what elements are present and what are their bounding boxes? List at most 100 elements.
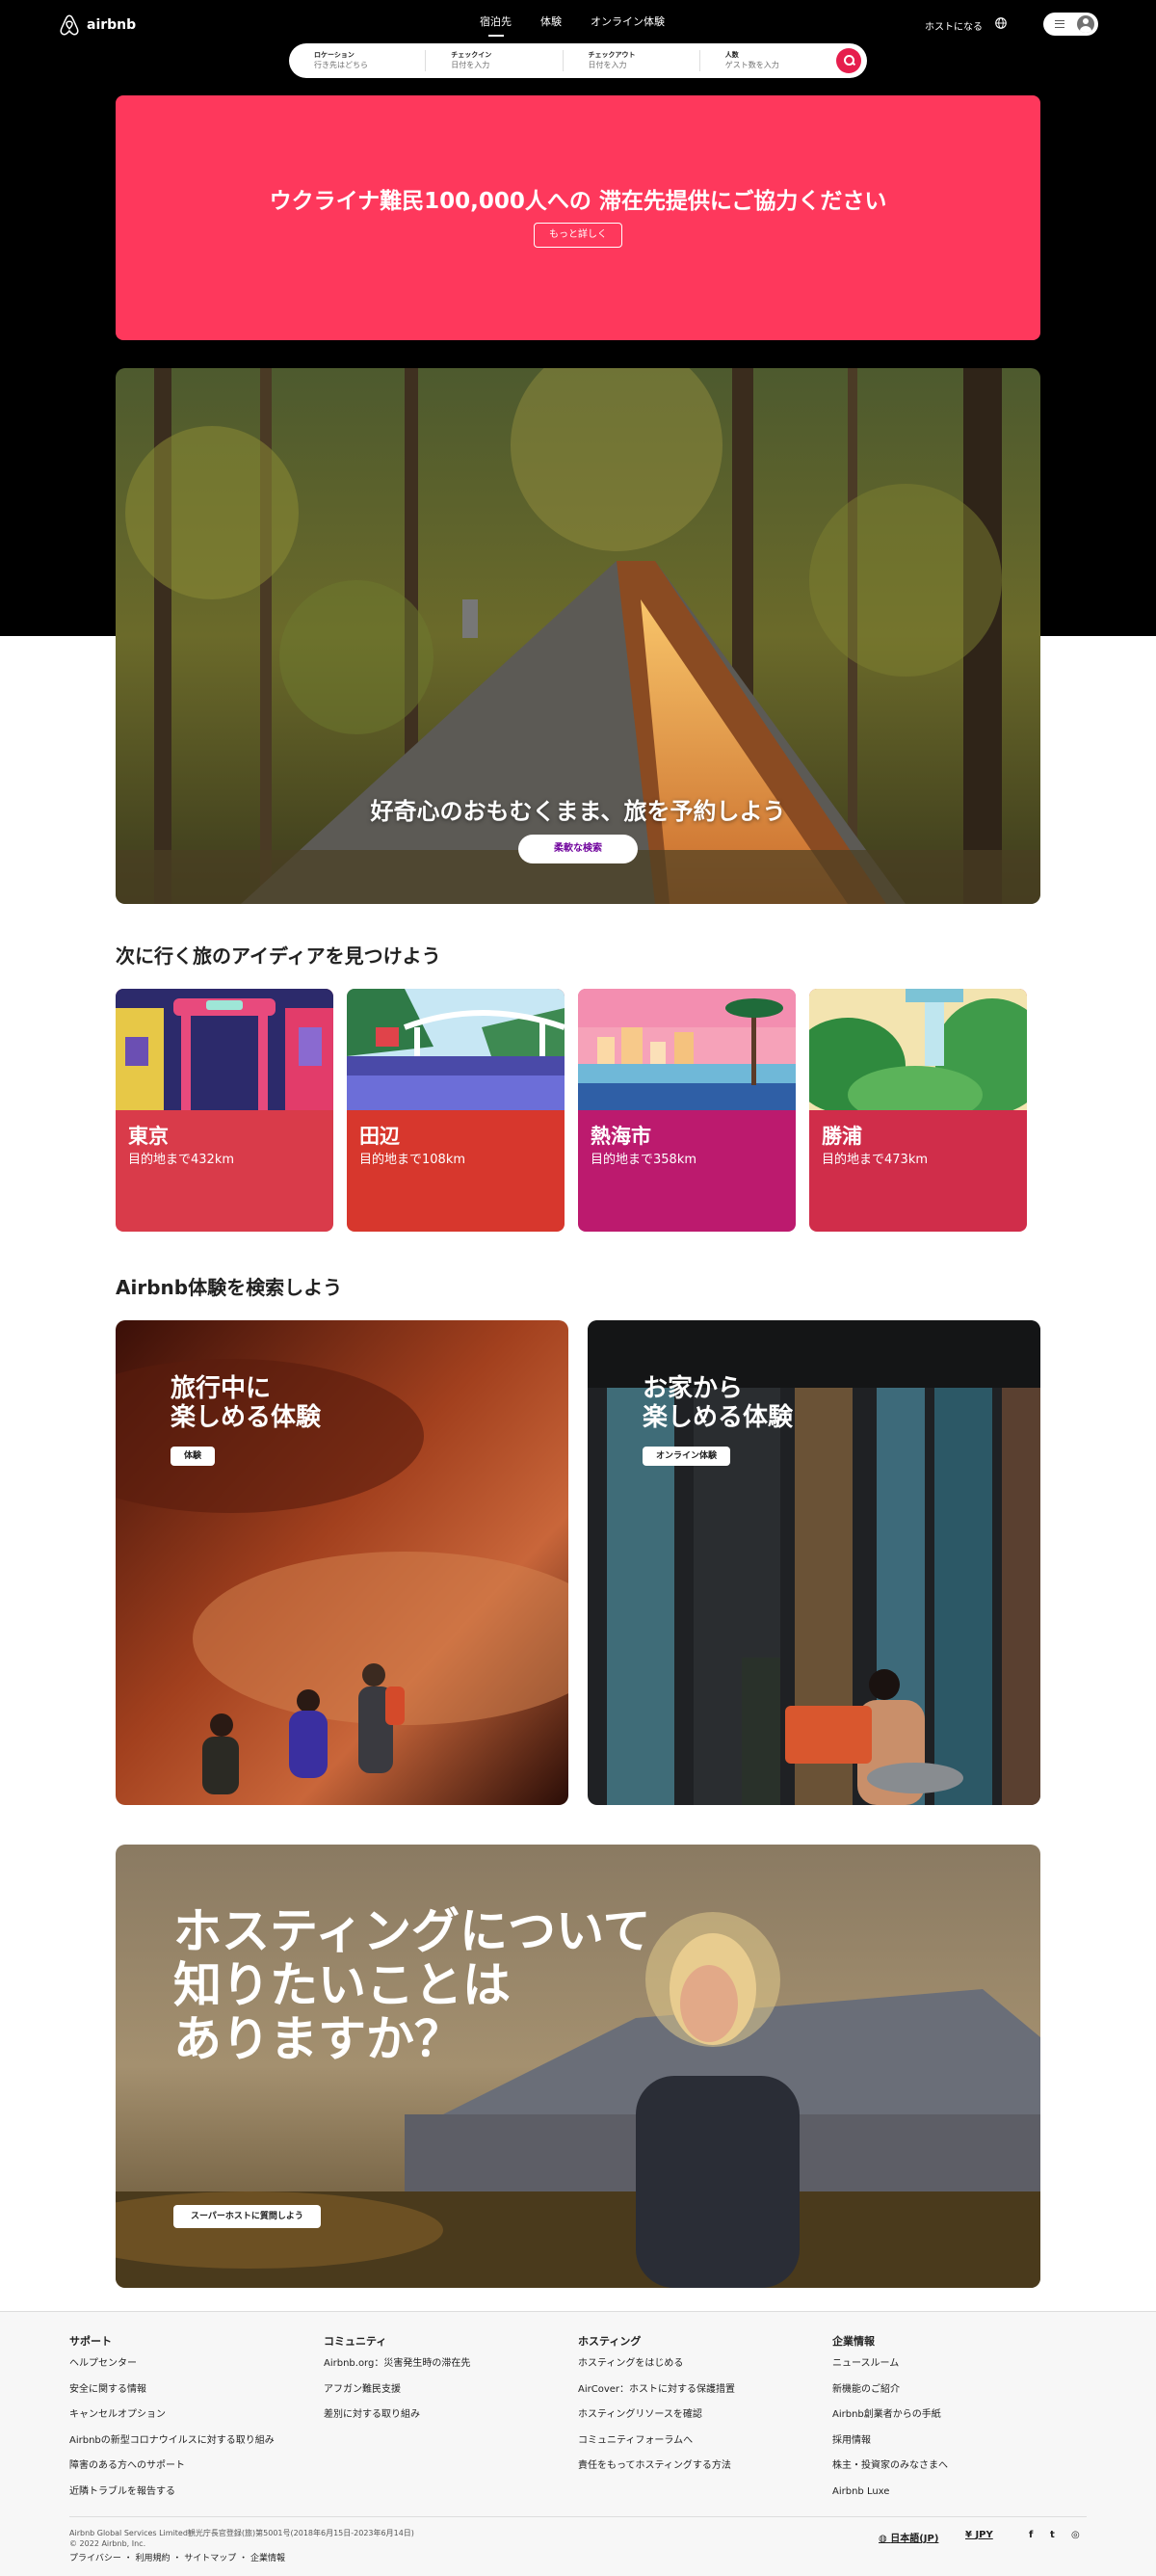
experience-tag[interactable]: オンライン体験 xyxy=(643,1447,731,1466)
checkout-placeholder: 日付を入力 xyxy=(588,61,627,69)
globe-icon: ◍ xyxy=(879,2534,891,2544)
idea-card-tanabe[interactable]: 田辺 目的地まで108km xyxy=(347,989,565,1232)
footer-link[interactable]: Airbnb Luxe xyxy=(832,2484,1054,2510)
search-checkout[interactable]: チェックアウト 日付を入力 xyxy=(564,50,700,71)
currency-selector[interactable]: ¥ JPY xyxy=(965,2530,993,2540)
hosting-card: ホスティングについて 知りたいことは ありますか？ スーパーホストに質問しよう xyxy=(116,1845,1040,2288)
idea-name: 熱海市 xyxy=(591,1125,651,1148)
user-menu-button[interactable] xyxy=(1043,13,1098,36)
idea-card-tokyo[interactable]: 東京 目的地まで432km xyxy=(116,989,333,1232)
footer-link[interactable]: ヘルプセンター xyxy=(69,2356,291,2382)
checkin-label: チェックイン xyxy=(451,51,492,59)
experience-title: お家から 楽しめる体験 xyxy=(643,1374,893,1432)
footer-link[interactable]: 株主・投資家のみなさまへ xyxy=(832,2458,1054,2484)
footer-link[interactable]: Airbnb創業者からの手紙 xyxy=(832,2407,1054,2433)
footer-link[interactable]: アフガン難民支援 xyxy=(324,2382,545,2408)
hosting-title-line2: 知りたいことは xyxy=(173,1957,511,2013)
language-label: 日本語(JP) xyxy=(890,2534,939,2544)
experience-card-online[interactable]: お家から 楽しめる体験 オンライン体験 xyxy=(588,1320,1040,1805)
footer-link[interactable]: ホスティングをはじめる xyxy=(578,2356,800,2382)
guests-placeholder: ゲスト数を入力 xyxy=(724,61,779,69)
footer-link[interactable]: Airbnbの新型コロナウイルスに対する取り組み xyxy=(69,2433,291,2459)
flexible-search-button[interactable]: 柔軟な検索 xyxy=(518,835,638,863)
idea-card-atami[interactable]: 熱海市 目的地まで358km xyxy=(578,989,796,1232)
tab-online-experiences[interactable]: オンライン体験 xyxy=(591,13,665,35)
experience-title-line1: お家から xyxy=(643,1374,744,1403)
currency-label: JPY xyxy=(975,2530,993,2540)
idea-distance: 目的地まで108km xyxy=(359,1153,466,1167)
footer-link[interactable]: コミュニティフォーラムへ xyxy=(578,2433,800,2459)
search-checkin[interactable]: チェックイン 日付を入力 xyxy=(426,50,564,71)
katsuura-illustration xyxy=(809,989,1027,1110)
ukraine-banner: ウクライナ難民100,000人への 滞在先提供にご協力ください もっと詳しく xyxy=(116,95,1040,340)
footer-column-community: コミュニティ Airbnb.org：災害発生時の滞在先 アフガン難民支援 差別に… xyxy=(324,2333,545,2433)
idea-name: 東京 xyxy=(128,1125,169,1148)
tanabe-illustration xyxy=(347,989,565,1110)
checkout-label: チェックアウト xyxy=(588,51,636,59)
footer-policy-links[interactable]: プライバシー ・ 利用規約 ・ サイトマップ ・ 企業情報 xyxy=(69,2551,285,2563)
idea-card-katsuura[interactable]: 勝浦 目的地まで473km xyxy=(809,989,1027,1232)
footer-link[interactable]: キャンセルオプション xyxy=(69,2407,291,2433)
checkin-placeholder: 日付を入力 xyxy=(451,61,490,69)
footer-link[interactable]: 新機能のご紹介 xyxy=(832,2382,1054,2408)
airbnb-logo[interactable]: airbnb xyxy=(58,13,136,37)
facebook-icon[interactable]: f xyxy=(1029,2530,1033,2540)
footer-heading: サポート xyxy=(69,2335,112,2348)
experiences-section-title: Airbnb体験を検索しよう xyxy=(116,1276,343,1299)
footer-legal: Airbnb Global Services Limited観光庁長官登録(旅)… xyxy=(69,2528,414,2549)
idea-distance: 目的地まで473km xyxy=(822,1153,929,1167)
globe-icon[interactable] xyxy=(994,16,1008,30)
experience-card-travel[interactable]: 旅行中に 楽しめる体験 体験 xyxy=(116,1320,568,1805)
language-selector[interactable]: ◍ 日本語(JP) xyxy=(879,2530,938,2544)
instagram-icon[interactable]: ◎ xyxy=(1071,2530,1080,2540)
atami-illustration xyxy=(578,989,796,1110)
header: airbnb 宿泊先 体験 オンライン体験 ホストになる ロケーション 行き先は… xyxy=(0,0,1156,96)
experience-tag[interactable]: 体験 xyxy=(171,1447,216,1466)
hosting-title-line3: ありますか？ xyxy=(173,2011,462,2067)
menu-icon xyxy=(1055,20,1064,28)
page: airbnb 宿泊先 体験 オンライン体験 ホストになる ロケーション 行き先は… xyxy=(0,0,1156,2576)
become-host-link[interactable]: ホストになる xyxy=(925,18,983,33)
guests-label: 人数 xyxy=(724,51,739,59)
tab-experiences[interactable]: 体験 xyxy=(540,13,562,35)
ideas-section-title: 次に行く旅のアイディアを見つけよう xyxy=(116,944,441,968)
footer-link[interactable]: Airbnb.org：災害発生時の滞在先 xyxy=(324,2356,545,2382)
footer: サポート ヘルプセンター 安全に関する情報 キャンセルオプション Airbnbの… xyxy=(0,2311,1156,2576)
footer-link[interactable]: AirCover：ホストに対する保護措置 xyxy=(578,2382,800,2408)
footer-column-hosting: ホスティング ホスティングをはじめる AirCover：ホストに対する保護措置 … xyxy=(578,2333,800,2484)
hero-card: 好奇心のおもむくまま、旅を予約しよう 柔軟な検索 xyxy=(116,368,1040,904)
search-location[interactable]: ロケーション 行き先はどちら xyxy=(289,50,427,71)
footer-divider xyxy=(69,2516,1087,2517)
idea-distance: 目的地まで432km xyxy=(128,1153,235,1167)
search-guests[interactable]: 人数 ゲスト数を入力 xyxy=(700,50,836,71)
footer-link[interactable]: 安全に関する情報 xyxy=(69,2382,291,2408)
footer-column-support: サポート ヘルプセンター 安全に関する情報 キャンセルオプション Airbnbの… xyxy=(69,2333,291,2510)
experience-title: 旅行中に 楽しめる体験 xyxy=(171,1374,421,1432)
footer-link[interactable]: 採用情報 xyxy=(832,2433,1054,2459)
footer-link[interactable]: 近隣トラブルを報告する xyxy=(69,2484,291,2510)
experience-title-line2: 楽しめる体験 xyxy=(643,1403,794,1432)
idea-name: 勝浦 xyxy=(822,1125,862,1148)
footer-link[interactable]: 障害のある方へのサポート xyxy=(69,2458,291,2484)
twitter-icon[interactable]: t xyxy=(1050,2530,1055,2540)
banner-title: ウクライナ難民100,000人への 滞在先提供にご協力ください xyxy=(269,189,887,214)
avatar-icon xyxy=(1077,15,1094,33)
footer-heading: ホスティング xyxy=(578,2335,642,2348)
learn-more-button[interactable]: もっと詳しく xyxy=(534,223,622,248)
footer-link[interactable]: ニュースルーム xyxy=(832,2356,1054,2382)
footer-link[interactable]: 差別に対する取り組み xyxy=(324,2407,545,2433)
hosting-title-line1: ホスティングについて xyxy=(173,1903,651,1959)
search-button[interactable] xyxy=(836,48,861,73)
tokyo-illustration xyxy=(116,989,333,1110)
location-placeholder: 行き先はどちら xyxy=(314,61,368,69)
footer-link[interactable]: 責任をもってホスティングする方法 xyxy=(578,2458,800,2484)
footer-link[interactable]: ホスティングリソースを確認 xyxy=(578,2407,800,2433)
location-label: ロケーション xyxy=(314,51,355,59)
copyright: © 2022 Airbnb, Inc. xyxy=(69,2539,146,2548)
hero-title: 好奇心のおもむくまま、旅を予約しよう xyxy=(370,798,786,825)
ask-superhost-button[interactable]: スーパーホストに質問しよう xyxy=(173,2205,321,2228)
tab-stays[interactable]: 宿泊先 xyxy=(480,13,512,35)
logo-text: airbnb xyxy=(87,17,137,33)
idea-distance: 目的地まで358km xyxy=(591,1153,697,1167)
search-bar: ロケーション 行き先はどちら チェックイン 日付を入力 チェックアウト 日付を入… xyxy=(289,43,867,78)
